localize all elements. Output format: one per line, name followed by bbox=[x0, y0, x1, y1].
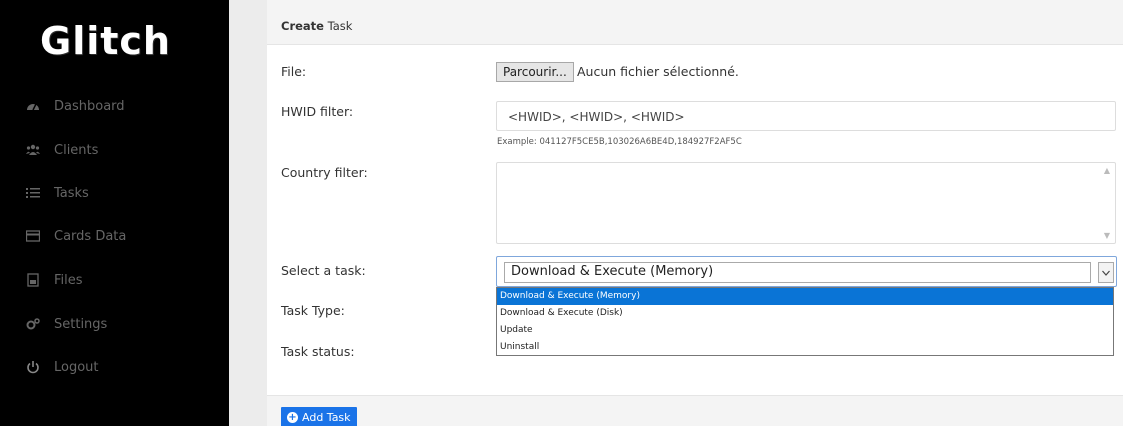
sidebar-item-dashboard[interactable]: Dashboard bbox=[0, 91, 229, 121]
add-task-button[interactable]: + Add Task bbox=[281, 407, 357, 426]
sidebar-item-clients[interactable]: Clients bbox=[0, 135, 229, 165]
task-type-label: Task Type: bbox=[281, 303, 345, 318]
card-header: Create Task bbox=[267, 0, 1123, 45]
plus-circle-icon: + bbox=[287, 411, 298, 423]
sidebar-item-label: Cards Data bbox=[54, 228, 127, 244]
sidebar: Glitch Dashboard Clients Tasks Cards Dat… bbox=[0, 0, 229, 426]
sidebar-item-settings[interactable]: Settings bbox=[0, 309, 229, 339]
users-icon bbox=[26, 143, 40, 157]
sidebar-item-logout[interactable]: Logout bbox=[0, 352, 229, 382]
scroll-down-icon[interactable]: ▼ bbox=[1104, 231, 1110, 240]
hwid-hint: Example: 041127F5CE5B,103026A6BE4D,18492… bbox=[497, 137, 742, 147]
task-dropdown-list: Download & Execute (Memory) Download & E… bbox=[496, 287, 1114, 356]
sidebar-item-label: Logout bbox=[54, 359, 99, 375]
content-gutter bbox=[229, 0, 267, 426]
task-status-label: Task status: bbox=[281, 344, 355, 359]
sidebar-item-tasks[interactable]: Tasks bbox=[0, 178, 229, 208]
add-task-label: Add Task bbox=[302, 410, 351, 424]
task-option[interactable]: Uninstall bbox=[497, 339, 1113, 356]
task-select-value[interactable]: Download & Execute (Memory) bbox=[504, 262, 1091, 283]
sidebar-item-label: Clients bbox=[54, 142, 99, 158]
list-icon bbox=[26, 186, 40, 200]
hwid-label: HWID filter: bbox=[281, 104, 354, 119]
sidebar-item-label: Settings bbox=[54, 316, 108, 332]
card-title: Create Task bbox=[281, 19, 353, 33]
country-label: Country filter: bbox=[281, 165, 368, 180]
sidebar-item-label: Files bbox=[54, 272, 83, 288]
sidebar-item-cards-data[interactable]: Cards Data bbox=[0, 221, 229, 251]
sidebar-item-label: Dashboard bbox=[54, 98, 125, 114]
card-footer: + Add Task bbox=[267, 395, 1123, 426]
app-logo: Glitch bbox=[40, 19, 171, 63]
power-icon bbox=[26, 360, 40, 374]
file-label: File: bbox=[281, 64, 307, 79]
sidebar-item-label: Tasks bbox=[54, 185, 89, 201]
credit-card-icon bbox=[26, 229, 40, 243]
create-task-card: Create Task File: Parcourir... Aucun fic… bbox=[267, 0, 1123, 426]
file-icon bbox=[26, 273, 40, 287]
task-option[interactable]: Download & Execute (Memory) bbox=[497, 288, 1113, 305]
gears-icon bbox=[26, 317, 40, 331]
hwid-input[interactable]: <HWID>, <HWID>, <HWID> bbox=[496, 101, 1116, 131]
browse-file-button[interactable]: Parcourir... bbox=[496, 62, 574, 82]
sidebar-item-files[interactable]: Files bbox=[0, 265, 229, 295]
task-label: Select a task: bbox=[281, 263, 366, 278]
file-status: Aucun fichier sélectionné. bbox=[577, 64, 739, 79]
country-textarea[interactable]: ▲ ▼ bbox=[496, 162, 1116, 244]
scroll-up-icon[interactable]: ▲ bbox=[1104, 166, 1110, 175]
task-option[interactable]: Update bbox=[497, 322, 1113, 339]
dashboard-icon bbox=[26, 99, 40, 113]
chevron-down-icon[interactable] bbox=[1098, 262, 1114, 283]
task-option[interactable]: Download & Execute (Disk) bbox=[497, 305, 1113, 322]
task-select[interactable]: Download & Execute (Memory) bbox=[496, 256, 1117, 287]
